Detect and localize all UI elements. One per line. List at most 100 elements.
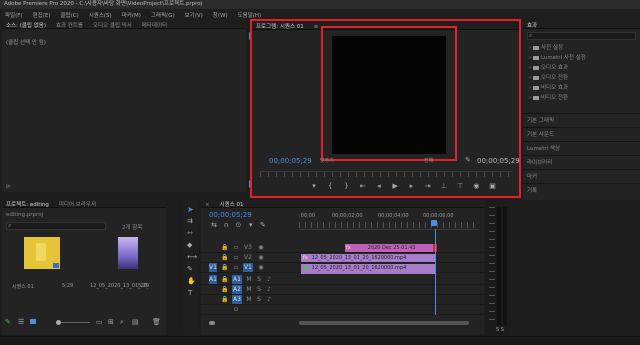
effects-search-input[interactable]: ⌕	[527, 32, 636, 40]
menu-item[interactable]: 그래픽(G)	[146, 9, 180, 19]
playhead-marker[interactable]	[431, 220, 437, 226]
project-item-sequence[interactable]: 시퀀스 01 5;29	[12, 237, 74, 290]
type-tool-icon[interactable]: T	[188, 289, 192, 297]
effects-item-video-effects[interactable]: › 비디오 효과	[529, 83, 568, 91]
icon-view-icon[interactable]	[30, 319, 36, 324]
menu-item[interactable]: 보기(V)	[180, 9, 208, 19]
section-history[interactable]: 기록	[523, 183, 640, 194]
mute-button[interactable]: M	[245, 285, 253, 294]
menu-item[interactable]: 편집(E)	[28, 9, 56, 19]
list-view-icon[interactable]: ☰	[18, 318, 24, 326]
step-forward-icon[interactable]: ▸	[404, 182, 418, 190]
lift-icon[interactable]: ⊥	[437, 182, 451, 190]
mark-in-icon[interactable]: {	[323, 182, 337, 190]
tab-audio-clip-mixer[interactable]: 오디오 클립 믹서	[89, 20, 136, 28]
timeline-timecode[interactable]: 00;00;05;29	[209, 211, 252, 219]
trash-icon[interactable]: 🗑	[152, 318, 161, 326]
ripple-edit-tool-icon[interactable]: ⇿	[187, 229, 193, 237]
program-timecode-current[interactable]: 00;00;05;29	[269, 157, 312, 165]
go-to-out-icon[interactable]: ⇥	[421, 182, 435, 190]
lock-icon[interactable]: 🔒	[221, 243, 229, 252]
lock-icon[interactable]: 🔒	[221, 295, 229, 304]
wrench-icon[interactable]: ✎	[465, 156, 471, 164]
solo-button[interactable]: S	[255, 285, 263, 294]
tab-sequence[interactable]: 시퀀스 01	[216, 199, 248, 207]
tab-project[interactable]: 프로젝트: editing	[2, 199, 53, 207]
search-icon[interactable]: ⌕	[120, 318, 124, 327]
clip-video-v1[interactable]: ■ 12_05_2020_13_01_20_1620000.mp4	[301, 264, 436, 274]
close-icon[interactable]: ×	[201, 201, 214, 207]
go-to-in-icon[interactable]: ⇤	[356, 182, 370, 190]
mark-out-icon[interactable]: }	[339, 182, 353, 190]
clip-text-v3[interactable]: fx 2020 Dec 25 01:43	[345, 244, 437, 252]
track-select-tool-icon[interactable]: ⇉	[187, 217, 193, 225]
lock-icon[interactable]: 🔒	[221, 253, 229, 262]
pencil-icon[interactable]: ✎	[5, 318, 11, 326]
program-scrub-bar[interactable]	[260, 171, 512, 177]
wrench-icon[interactable]: ✎	[258, 221, 268, 229]
mic-icon[interactable]: ♪	[265, 285, 273, 294]
sync-icon[interactable]: ▫	[232, 253, 240, 262]
folder-icon[interactable]: ▤	[132, 318, 139, 326]
tab-program[interactable]: 프로그램: 시퀀스 01	[252, 21, 308, 29]
tab-source[interactable]: 소스: (클립 없음)	[2, 20, 50, 28]
hand-tool-icon[interactable]: ✋	[187, 277, 196, 285]
export-frame-icon[interactable]: ◉	[469, 182, 483, 190]
effects-item-presets[interactable]: › 사전 설정	[529, 43, 563, 51]
section-essential-sound[interactable]: 기본 사운드	[523, 127, 640, 138]
eye-icon[interactable]: ◉	[257, 253, 265, 262]
pen-tool-icon[interactable]: ✎	[187, 265, 193, 273]
mic-icon[interactable]: ♪	[265, 275, 273, 284]
razor-tool-icon[interactable]: ◆	[187, 241, 192, 249]
section-essential-graphics[interactable]: 기본 그래픽	[523, 113, 640, 124]
menu-item[interactable]: 창(W)	[208, 9, 233, 19]
section-lumetri-color[interactable]: Lumetri 색상	[523, 141, 640, 152]
sync-icon[interactable]: ▫	[232, 263, 240, 272]
video-frame-selection[interactable]	[321, 26, 457, 161]
eye-icon[interactable]: ◉	[257, 263, 265, 272]
source-patch-v1[interactable]: V1	[209, 263, 217, 272]
menu-item[interactable]: 도움말(H)	[233, 9, 267, 19]
lock-icon[interactable]: 🔒	[221, 263, 229, 272]
quality-dropdown[interactable]: 전체	[424, 157, 433, 164]
source-patch-a1[interactable]: A1	[209, 275, 217, 284]
solo-button[interactable]: S	[255, 275, 263, 284]
menu-item[interactable]: 클립(C)	[55, 9, 83, 19]
lock-icon[interactable]: 🔒	[221, 275, 229, 284]
project-item-clip[interactable]: 12_05_2020_13_01_20_1620000.mp4 5;29	[88, 237, 154, 289]
menu-item[interactable]: 파일(F)	[0, 9, 28, 19]
fit-dropdown[interactable]: 맞추기	[320, 157, 334, 164]
add-marker-icon[interactable]: ▾	[307, 182, 321, 190]
effects-item-audio-transitions[interactable]: › 오디오 전환	[529, 73, 568, 81]
mic-icon[interactable]: ♪	[265, 295, 273, 304]
menu-item[interactable]: 마커(M)	[117, 9, 146, 19]
playhead-line[interactable]	[435, 229, 436, 315]
selection-tool-icon[interactable]: ➤	[187, 205, 194, 214]
menu-item[interactable]: 시퀀스(S)	[84, 9, 117, 19]
clip-video-v2[interactable]: fx 12_05_2020_13_01_20_1620000.mp4	[301, 254, 436, 262]
zoom-slider[interactable]	[56, 320, 90, 325]
tab-media-browser[interactable]: 미디어 브라우저	[55, 199, 100, 207]
comparison-view-icon[interactable]: ▣	[486, 182, 500, 190]
mute-button[interactable]: M	[245, 275, 253, 284]
snap-icon[interactable]: ∩	[221, 221, 231, 229]
tab-effects[interactable]: 효과	[523, 20, 541, 28]
tab-metadata[interactable]: 메타데이터	[138, 20, 171, 28]
section-markers[interactable]: 마커	[523, 169, 640, 180]
new-item-icon[interactable]: ⊞	[108, 318, 114, 326]
slip-tool-icon[interactable]: ⟷	[187, 253, 197, 261]
nest-icon[interactable]: ⇆	[209, 221, 219, 229]
add-marker-icon[interactable]: ▾	[246, 221, 256, 229]
linked-selection-icon[interactable]: ⊙	[233, 221, 243, 229]
effects-item-audio-effects[interactable]: › 오디오 효과	[529, 63, 568, 71]
step-back-icon[interactable]: ◂	[372, 182, 386, 190]
eye-icon[interactable]: ◉	[257, 243, 265, 252]
timeline-zoom-scrollbar[interactable]	[299, 321, 479, 325]
section-libraries[interactable]: 라이브러리	[523, 155, 640, 166]
effects-item-video-transitions[interactable]: › 비디오 전환	[529, 93, 568, 101]
effects-item-lumetri-presets[interactable]: › Lumetri 사전 설정	[529, 53, 586, 61]
extract-icon[interactable]: ⊤	[453, 182, 467, 190]
play-icon[interactable]: ▶	[388, 182, 402, 190]
timeline-horizontal-scrollbar[interactable]	[209, 321, 297, 325]
tab-effect-controls[interactable]: 효과 컨트롤	[52, 20, 87, 28]
